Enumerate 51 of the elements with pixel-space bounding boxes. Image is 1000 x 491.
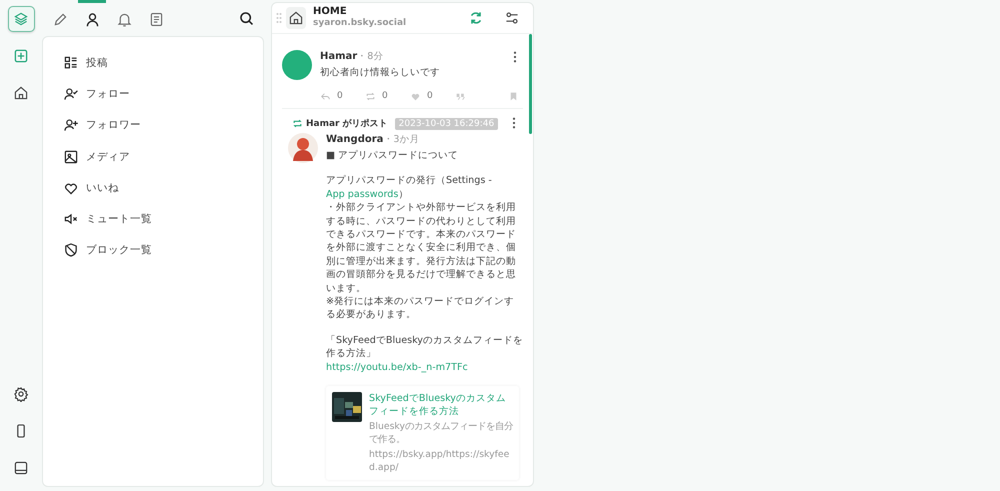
menu-item[interactable]: ミュート一覧 — [63, 203, 152, 235]
panel-icon — [13, 460, 29, 476]
menu-item[interactable]: いいね — [63, 172, 119, 204]
author-name[interactable]: Hamar — [320, 51, 358, 62]
posts-icon — [63, 54, 79, 71]
reply-icon — [320, 90, 331, 102]
post-text: 「SkyFeedでBlueskyのカスタムフィードを作る方法」 — [326, 334, 523, 361]
layers-icon — [13, 11, 29, 27]
scrollbar[interactable] — [529, 34, 532, 134]
bell-icon — [116, 11, 132, 28]
post-text: アプリパスワードの発行（Settings - App passwords） — [326, 174, 493, 202]
block-icon — [63, 242, 79, 258]
repost-icon — [292, 118, 303, 130]
search-icon — [238, 10, 254, 26]
menu-item[interactable]: 投稿 — [63, 47, 108, 78]
follower-icon — [63, 117, 79, 134]
home-icon — [13, 85, 29, 101]
avatar[interactable] — [282, 50, 312, 80]
post-text: 初心者向け情報らしいです — [320, 66, 441, 79]
repost-label: Hamar がリポスト — [306, 118, 388, 130]
refresh-icon — [468, 10, 484, 26]
layers-button[interactable] — [8, 6, 34, 32]
feed-account: syaron.bsky.social — [313, 18, 406, 30]
menu-item[interactable]: フォロワー — [63, 110, 141, 141]
menu-item[interactable]: フォロー — [63, 78, 130, 110]
like-button[interactable]: 0 — [410, 90, 455, 102]
post-text: ・外部クライアントや外部サービスを利用する時に、パスワードの代わりとして利用できるパスワードです。本来のパスワードを外部に渡すことなく安全に利用でき、個別に管理が出来ます。発行方法は下記の動画の冒頭部分を見るだけで理解できると思います。 — [326, 201, 517, 295]
drag-handle-icon[interactable] — [276, 12, 282, 24]
bookmark-icon — [508, 90, 519, 102]
feed-title: HOME — [313, 6, 348, 18]
author-name[interactable]: Wangdora — [326, 134, 384, 146]
menu-item[interactable]: ブロック一覧 — [63, 234, 152, 266]
post-text: ※発行には本来のパスワードでログインする必要があります。 — [326, 294, 516, 322]
menu-item[interactable]: メディア — [63, 140, 130, 172]
card-description: https://bsky.app/https://skyfeed.app/ — [369, 448, 510, 474]
reply-button[interactable]: 0 — [320, 90, 365, 102]
post-text: ■ アプリパスワードについて — [326, 148, 460, 162]
avatar[interactable] — [288, 132, 318, 163]
media-icon — [63, 148, 79, 165]
more-icon[interactable] — [511, 50, 519, 64]
home-icon — [286, 6, 306, 29]
repost-icon — [365, 90, 376, 102]
follow-icon — [63, 86, 79, 102]
add-icon — [13, 48, 29, 64]
person-icon — [84, 11, 100, 28]
sliders-icon — [504, 10, 520, 26]
more-icon[interactable] — [510, 116, 518, 130]
card-description: Blueskyのカスタムフィードを自分で作る。 — [369, 420, 513, 446]
repost-button[interactable]: 0 — [365, 90, 410, 102]
settings-icon — [13, 386, 29, 402]
pencil-icon — [52, 11, 68, 28]
